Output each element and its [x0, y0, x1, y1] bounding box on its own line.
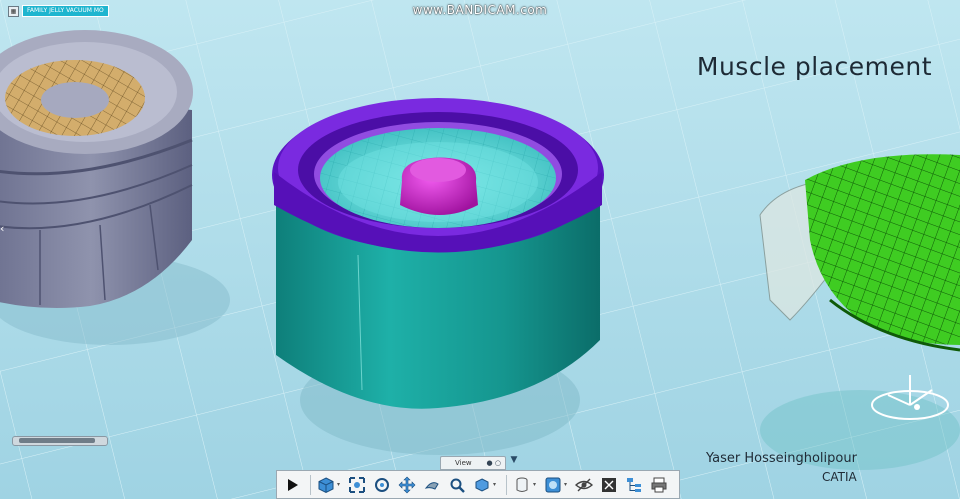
panel-expand-icon[interactable]: ‹: [0, 222, 4, 235]
view-toolbar-tab[interactable]: View ● ○: [440, 456, 506, 470]
horizontal-scrollbar[interactable]: [12, 436, 108, 446]
fit-all-icon: [349, 476, 365, 493]
swap-visible-icon: [602, 477, 616, 492]
print-icon: [651, 477, 667, 492]
step-title: Muscle placement: [696, 52, 932, 81]
tree-layout-icon: [627, 477, 641, 492]
fly-button[interactable]: [421, 474, 443, 496]
specification-tree-tab[interactable]: ▦ FAMILY JELLY VACUUM MO: [8, 5, 109, 17]
hide-show-icon: [575, 478, 593, 491]
tree-tab-label: FAMILY JELLY VACUUM MO: [22, 5, 109, 17]
chevron-down-icon[interactable]: ▼: [508, 455, 520, 467]
teal-vacuum-mold[interactable]: [272, 98, 604, 409]
toolbar-separator: [310, 474, 311, 495]
render-style-button[interactable]: [542, 474, 564, 496]
cylinder-view-icon: [516, 477, 528, 492]
cube-view-button[interactable]: [315, 474, 337, 496]
render-style-icon: [545, 477, 561, 492]
caret-icon[interactable]: ▾: [337, 481, 343, 488]
tree-layout-button[interactable]: [623, 474, 645, 496]
author-credit: Yaser Hosseingholipour: [706, 451, 857, 466]
play-button[interactable]: [281, 474, 303, 496]
more-dots-icon[interactable]: ● ○: [487, 459, 501, 467]
rotate-icon: [375, 477, 389, 492]
cylinder-view-button[interactable]: [511, 474, 533, 496]
caret-icon[interactable]: ▾: [564, 481, 570, 488]
fit-all-button[interactable]: [346, 474, 368, 496]
iso-view-button[interactable]: [471, 474, 493, 496]
gray-mold-part[interactable]: [0, 30, 193, 308]
caret-icon[interactable]: ▾: [493, 481, 499, 488]
hide-show-button[interactable]: [573, 474, 595, 496]
toolbar-separator: [506, 474, 507, 495]
pan-icon: [398, 476, 416, 493]
pan-button[interactable]: [396, 474, 418, 496]
cube-view-icon: [318, 476, 334, 493]
recorder-watermark: www.BANDICAM.com: [412, 3, 548, 17]
iso-view-icon: [475, 477, 489, 492]
3d-viewport[interactable]: ▦ FAMILY JELLY VACUUM MO www.BANDICAM.co…: [0, 0, 960, 499]
caret-icon[interactable]: ▾: [533, 481, 539, 488]
product-icon: ▦: [8, 5, 19, 17]
software-credit: CATIA: [822, 470, 857, 484]
play-icon: [288, 478, 298, 491]
rotate-button[interactable]: [371, 474, 393, 496]
view-tab-label: View: [455, 459, 472, 467]
zoom-icon: [450, 478, 465, 493]
fly-icon: [424, 481, 439, 490]
scrollbar-thumb[interactable]: [19, 438, 95, 443]
print-button[interactable]: [648, 474, 670, 496]
zoom-button[interactable]: [446, 474, 468, 496]
view-toolbar: ▾ ▾ ▾ ▾: [276, 470, 680, 499]
swap-visible-button[interactable]: [598, 474, 620, 496]
